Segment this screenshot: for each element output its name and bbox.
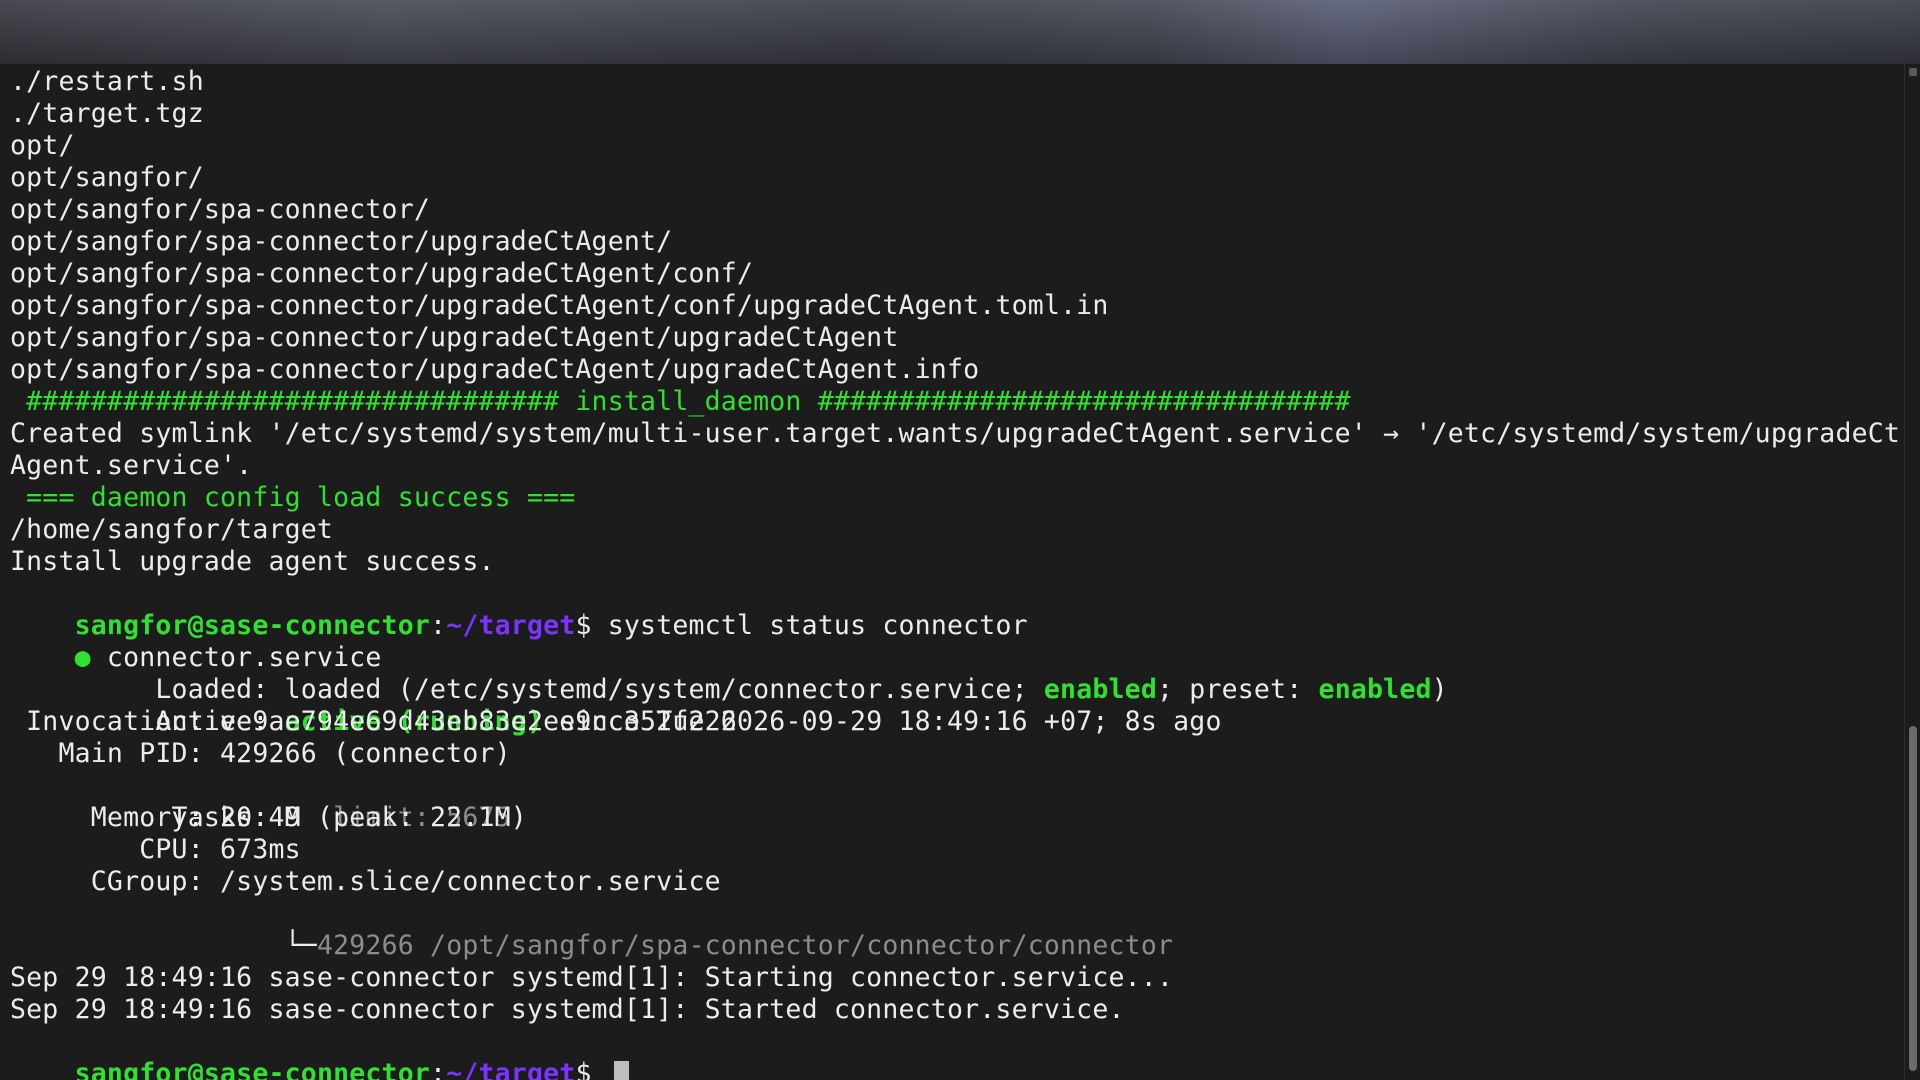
install-success-message: Install upgrade agent success.: [10, 546, 495, 577]
preset-enabled-badge: enabled: [1318, 674, 1432, 705]
cgroup-tree-connector: └─: [74, 930, 317, 961]
invocation-line: Invocation: ee9ae794e69d43eb83e2ee9cc352…: [10, 706, 737, 737]
home-path-line: /home/sangfor/target: [10, 514, 334, 545]
vertical-scrollbar[interactable]: [1904, 64, 1920, 1080]
cgroup-tree-line: └─429266 /opt/sangfor/spa-connector/conn…: [10, 898, 1173, 961]
loaded-value: ): [1431, 674, 1448, 705]
prompt-user-host: sangfor@sase-connector: [74, 1058, 431, 1080]
daemon-success-message: === daemon config load success ===: [10, 482, 576, 513]
prompt-dollar: $: [575, 610, 608, 641]
memory-line: Memory: 20.4M (peak: 22.1M): [10, 802, 527, 833]
terminal-output[interactable]: ./restart.sh ./target.tgz opt/ opt/sangf…: [0, 64, 1904, 1080]
prompt-path: ~/target: [446, 610, 576, 641]
output-line: opt/sangfor/: [10, 162, 204, 193]
prompt-colon: :: [430, 610, 447, 641]
symlink-message-line2: Agent.service'.: [10, 450, 253, 481]
output-line: opt/sangfor/spa-connector/: [10, 194, 431, 225]
cgroup-process: 429266 /opt/sangfor/spa-connector/connec…: [316, 930, 1174, 961]
install-daemon-banner: ################################# instal…: [10, 386, 1351, 417]
journal-line: Sep 29 18:49:16 sase-connector systemd[1…: [10, 962, 1174, 993]
journal-line: Sep 29 18:49:16 sase-connector systemd[1…: [10, 994, 1125, 1025]
main-pid-line: Main PID: 429266 (connector): [10, 738, 511, 769]
loaded-line: Loaded: loaded (/etc/systemd/system/conn…: [10, 642, 1448, 705]
cpu-line: CPU: 673ms: [10, 834, 301, 865]
prompt-dollar: $: [575, 1058, 608, 1080]
window-titlebar: [0, 0, 1920, 64]
titlebar-shade: [0, 0, 1920, 64]
cgroup-line: CGroup: /system.slice/connector.service: [10, 866, 721, 897]
output-line: opt/sangfor/spa-connector/upgradeCtAgent…: [10, 258, 754, 289]
output-line: opt/sangfor/spa-connector/upgradeCtAgent…: [10, 290, 1109, 321]
shell-prompt-line: sangfor@sase-connector:~/target$ systemc…: [10, 578, 1028, 641]
terminal-cursor[interactable]: [613, 1060, 629, 1080]
shell-prompt-line-current[interactable]: sangfor@sase-connector:~/target$: [10, 1026, 629, 1080]
scroll-up-arrow-icon[interactable]: [1909, 68, 1917, 76]
output-line: opt/: [10, 130, 75, 161]
symlink-message-line1: Created symlink '/etc/systemd/system/mul…: [10, 418, 1901, 449]
active-line: Active: active (running) since Tue 2026-…: [10, 674, 1222, 737]
output-line: opt/sangfor/spa-connector/upgradeCtAgent…: [10, 226, 673, 257]
service-header-line: ● connector.service: [10, 610, 382, 673]
output-line: opt/sangfor/spa-connector/upgradeCtAgent…: [10, 354, 980, 385]
tasks-line: Tasks: 9 (limit: 5675): [10, 770, 527, 833]
output-line: opt/sangfor/spa-connector/upgradeCtAgent…: [10, 322, 899, 353]
prompt-path: ~/target: [446, 1058, 576, 1080]
output-line: ./target.tgz: [10, 98, 204, 129]
scrollbar-thumb[interactable]: [1909, 726, 1917, 1071]
prompt-colon: :: [430, 1058, 447, 1080]
typed-command: systemctl status connector: [607, 610, 1028, 641]
output-line: ./restart.sh: [10, 66, 204, 97]
